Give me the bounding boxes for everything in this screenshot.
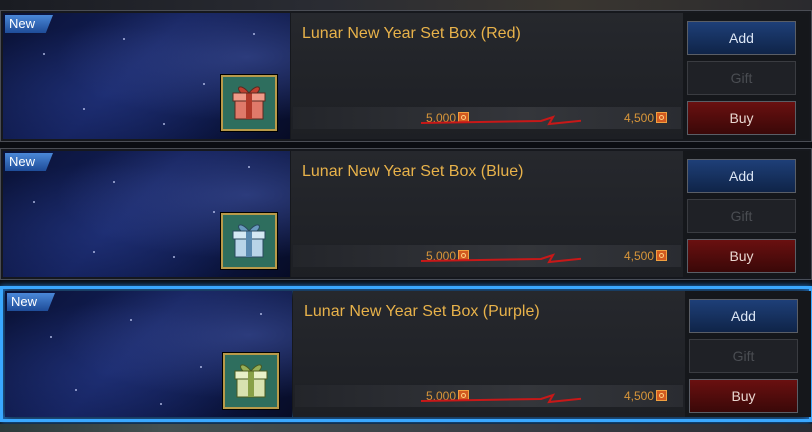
price-bar: 5,000 4,500: [293, 245, 681, 267]
item-banner: New: [3, 13, 290, 139]
shop-item-row-selected[interactable]: New Lunar New Year Set Box (Purple) 5,00…: [0, 286, 812, 422]
item-name: Lunar New Year Set Box (Red): [302, 25, 521, 42]
gift-box-red-icon: [221, 75, 277, 131]
add-button[interactable]: Add: [687, 21, 796, 55]
gift-box-blue-icon: [221, 213, 277, 269]
discount-arrow-icon: [421, 115, 581, 126]
price-bar: 5,000 4,500: [295, 385, 683, 407]
item-details: Lunar New Year Set Box (Blue) 5,000 4,50…: [291, 151, 683, 277]
buy-button[interactable]: Buy: [689, 379, 798, 413]
coin-icon: [656, 250, 668, 261]
gift-box-purple-icon: [223, 353, 279, 409]
item-banner: New: [3, 151, 290, 277]
item-name: Lunar New Year Set Box (Purple): [304, 303, 540, 320]
discount-arrow-icon: [421, 253, 581, 264]
item-details: Lunar New Year Set Box (Red) 5,000 4,500: [291, 13, 683, 139]
action-buttons: Add Gift Buy: [683, 13, 809, 139]
gift-button[interactable]: Gift: [687, 61, 796, 95]
buy-button[interactable]: Buy: [687, 239, 796, 273]
buy-button[interactable]: Buy: [687, 101, 796, 135]
next-partial-row: [0, 424, 812, 432]
coin-icon: [656, 390, 668, 401]
add-button[interactable]: Add: [687, 159, 796, 193]
coin-icon: [656, 112, 668, 123]
new-badge: New: [7, 293, 55, 311]
sale-price: 4,500: [624, 111, 668, 125]
new-badge: New: [5, 15, 53, 33]
shop-item-row[interactable]: New Lunar New Year Set Box (Red) 5,000 4…: [0, 10, 812, 142]
sale-price: 4,500: [624, 389, 668, 403]
item-name: Lunar New Year Set Box (Blue): [302, 163, 524, 180]
gift-button[interactable]: Gift: [687, 199, 796, 233]
gift-button[interactable]: Gift: [689, 339, 798, 373]
item-details: Lunar New Year Set Box (Purple) 5,000 4,…: [293, 291, 685, 417]
add-button[interactable]: Add: [689, 299, 798, 333]
item-banner: New: [5, 291, 292, 417]
action-buttons: Add Gift Buy: [683, 151, 809, 277]
top-partial-row: [0, 0, 812, 10]
action-buttons: Add Gift Buy: [685, 291, 811, 417]
sale-price: 4,500: [624, 249, 668, 263]
new-badge: New: [5, 153, 53, 171]
shop-item-row[interactable]: New Lunar New Year Set Box (Blue) 5,000 …: [0, 148, 812, 280]
price-bar: 5,000 4,500: [293, 107, 681, 129]
discount-arrow-icon: [421, 393, 581, 404]
